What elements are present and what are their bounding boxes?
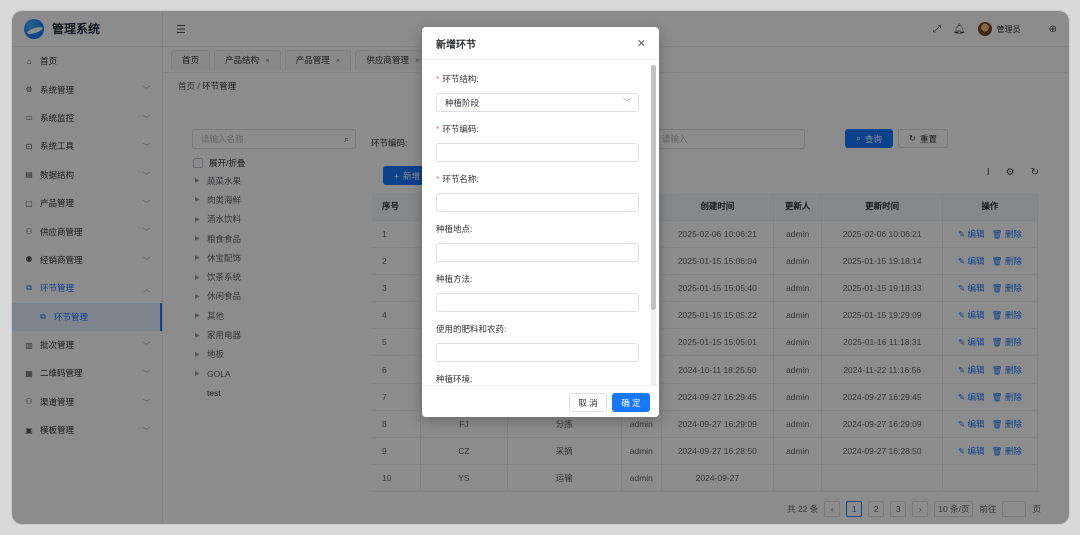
add-stage-dialog: 新增环节 ✕ * 环节结构: 种植阶段 ﹀ * 环节编码: * 环节名称: 种植地点: 种植方法:… xyxy=(422,27,659,417)
stage-structure-select[interactable]: 种植阶段 ﹀ xyxy=(436,93,639,112)
close-icon[interactable]: ✕ xyxy=(637,37,646,50)
chevron-down-icon: ﹀ xyxy=(623,98,631,107)
dialog-form: * 环节结构: 种植阶段 ﹀ * 环节编码: * 环节名称: 种植地点: 种植方法: 使用的肥料和农… xyxy=(422,61,659,385)
field-label-text: 使用的肥料和农药: xyxy=(436,324,507,334)
form-input[interactable] xyxy=(436,343,639,362)
required-marker: * xyxy=(436,74,440,84)
field-label: * 环节名称: xyxy=(436,173,639,185)
field-label: 种植地点: xyxy=(436,223,639,235)
form-field: 种植方法: xyxy=(436,273,639,312)
dialog-title: 新增环节 xyxy=(422,27,659,60)
form-input[interactable] xyxy=(436,293,639,312)
field-label-text: 环节名称: xyxy=(442,174,479,184)
field-label: * 环节编码: xyxy=(436,123,639,135)
field-label: 种植环境: xyxy=(436,373,639,385)
field-label-text: 环节结构: xyxy=(442,74,479,84)
field-label: 使用的肥料和农药: xyxy=(436,323,639,335)
cancel-button[interactable]: 取 消 xyxy=(569,393,607,412)
confirm-button[interactable]: 确 定 xyxy=(612,393,650,412)
field-value: 种植阶段 xyxy=(445,97,480,108)
form-input[interactable] xyxy=(436,143,639,162)
dialog-scrollbar-thumb[interactable] xyxy=(651,65,656,310)
field-label-text: 种植方法: xyxy=(436,274,473,284)
form-field: 种植环境: xyxy=(436,373,639,385)
form-field: * 环节编码: xyxy=(436,123,639,162)
form-input[interactable] xyxy=(436,193,639,212)
form-field: * 环节结构: 种植阶段 ﹀ xyxy=(436,73,639,112)
field-label-text: 种植环境: xyxy=(436,374,473,384)
field-label: * 环节结构: xyxy=(436,73,639,85)
field-label: 种植方法: xyxy=(436,273,639,285)
dialog-footer: 取 消 确 定 xyxy=(422,385,659,417)
required-marker: * xyxy=(436,174,440,184)
form-field: * 环节名称: xyxy=(436,173,639,212)
form-field: 使用的肥料和农药: xyxy=(436,323,639,362)
field-label-text: 种植地点: xyxy=(436,224,473,234)
form-field: 种植地点: xyxy=(436,223,639,262)
required-marker: * xyxy=(436,124,440,134)
app-window: 管理系统 ⌂ 首页 ⚙ 系统管理 ﹀ ▭ 系统监控 ﹀ ⊡ 系统工具 ﹀ ▤ 数据结构 ﹀ ▢ 产品管理 ﹀ ⚇ 供… xyxy=(12,11,1069,524)
field-label-text: 环节编码: xyxy=(442,124,479,134)
form-input[interactable] xyxy=(436,243,639,262)
